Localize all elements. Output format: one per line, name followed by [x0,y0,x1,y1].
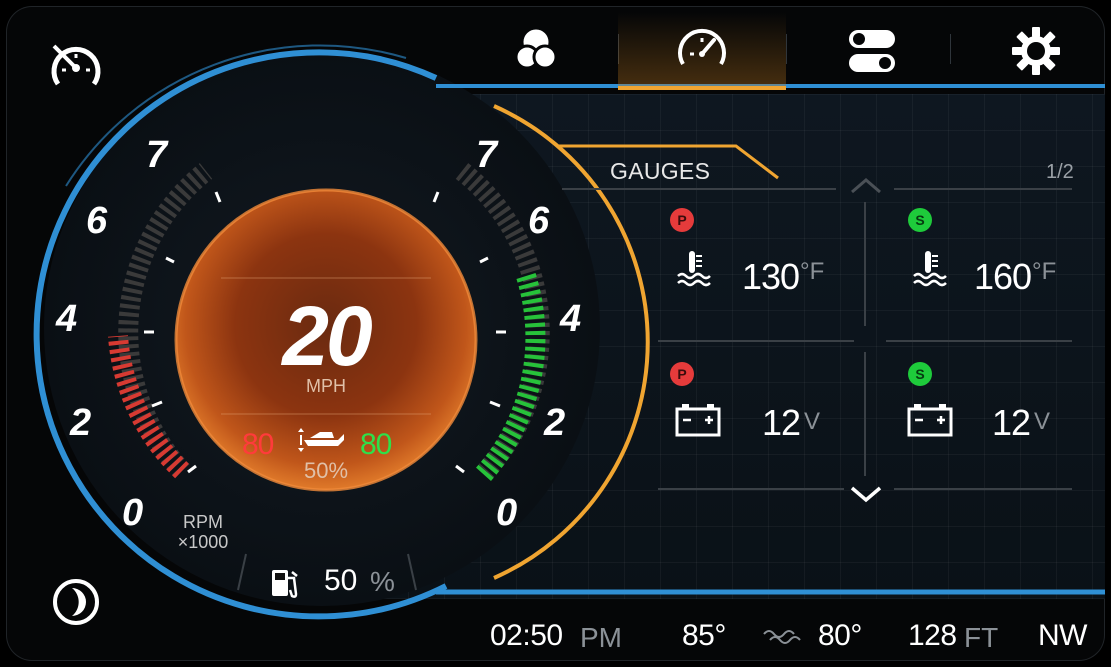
rpm-right-7: 7 [476,134,498,176]
coolant-temp-icon [910,248,950,288]
toggle-switches-icon [849,30,895,72]
tab-separator [786,34,787,64]
trim-percent: 50% [303,458,349,483]
port-badge: P [670,362,694,386]
night-mode-moon-icon[interactable] [50,576,102,628]
trim-starboard-value: 80 [360,428,392,461]
fuel-pump-icon [270,566,302,600]
depth-unit: FT [964,622,999,653]
starboard-badge: S [908,208,932,232]
water-temp-icon [762,624,802,646]
speed-unit: MPH [306,376,346,396]
speedometer-icon[interactable] [48,40,104,96]
tab-gauges[interactable] [618,12,786,90]
rpm-right-0: 0 [496,492,518,534]
divider [562,188,836,190]
tab-settings[interactable] [976,12,1096,90]
rpm-left-0: 0 [122,492,144,534]
display-frame: 0 2 4 6 7 0 2 4 6 7 RPM ×1000 20 MPH 80 … [6,6,1105,661]
rpm-left-2: 2 [70,402,92,444]
air-temp: 85° [682,619,726,652]
compass-heading: NW [1038,619,1087,652]
port-voltage-unit: V [804,408,821,435]
tab-separator [950,34,951,64]
trim-port-value: 80 [242,428,274,461]
tab-toggles[interactable] [812,12,932,90]
divider [864,352,866,476]
divider [864,202,866,326]
scroll-down-chevron-icon[interactable] [848,484,884,504]
rpm-right-6: 6 [528,200,550,242]
gauges-title: GAUGES [610,158,711,184]
battery-icon [906,402,954,438]
starboard-temp-value: 160 [974,256,1032,297]
tab-color[interactable] [476,12,596,90]
rpm-multiplier: ×1000 [177,532,229,552]
gauge-cluster [33,44,1105,620]
clock-ampm: PM [580,622,622,653]
divider [886,340,1072,342]
color-circles-icon [514,29,558,70]
port-voltage-value: 12 [762,402,801,443]
boat-trim-icon [298,426,348,452]
port-badge: P [670,208,694,232]
starboard-voltage-value: 12 [992,402,1031,443]
gauges-page-indicator: 1/2 [1046,161,1074,183]
coolant-temp-icon [674,248,714,288]
fuel-unit: % [370,566,395,597]
divider [894,188,1072,190]
water-temp: 80° [818,619,862,652]
clock-time: 02:50 [490,619,563,652]
starboard-temp-unit: °F [1032,258,1057,285]
divider [894,488,1072,490]
rpm-right-4: 4 [560,298,582,340]
starboard-voltage-unit: V [1034,408,1051,435]
gauge-icon [678,28,726,66]
fuel-value: 50 [324,564,358,597]
depth-value: 128 [908,619,957,652]
port-temp-value: 130 [742,256,800,297]
port-temp-unit: °F [800,258,825,285]
gear-icon [1012,27,1060,75]
scroll-up-chevron-icon[interactable] [848,176,884,196]
rpm-right-2: 2 [544,402,566,444]
speed-value: 20 [282,289,372,383]
starboard-badge: S [908,362,932,386]
battery-icon [674,402,722,438]
divider [658,340,854,342]
rpm-left-6: 6 [86,200,108,242]
rpm-left-4: 4 [56,298,78,340]
rpm-label: RPM [183,512,223,532]
rpm-left-7: 7 [146,134,168,176]
divider [658,488,844,490]
